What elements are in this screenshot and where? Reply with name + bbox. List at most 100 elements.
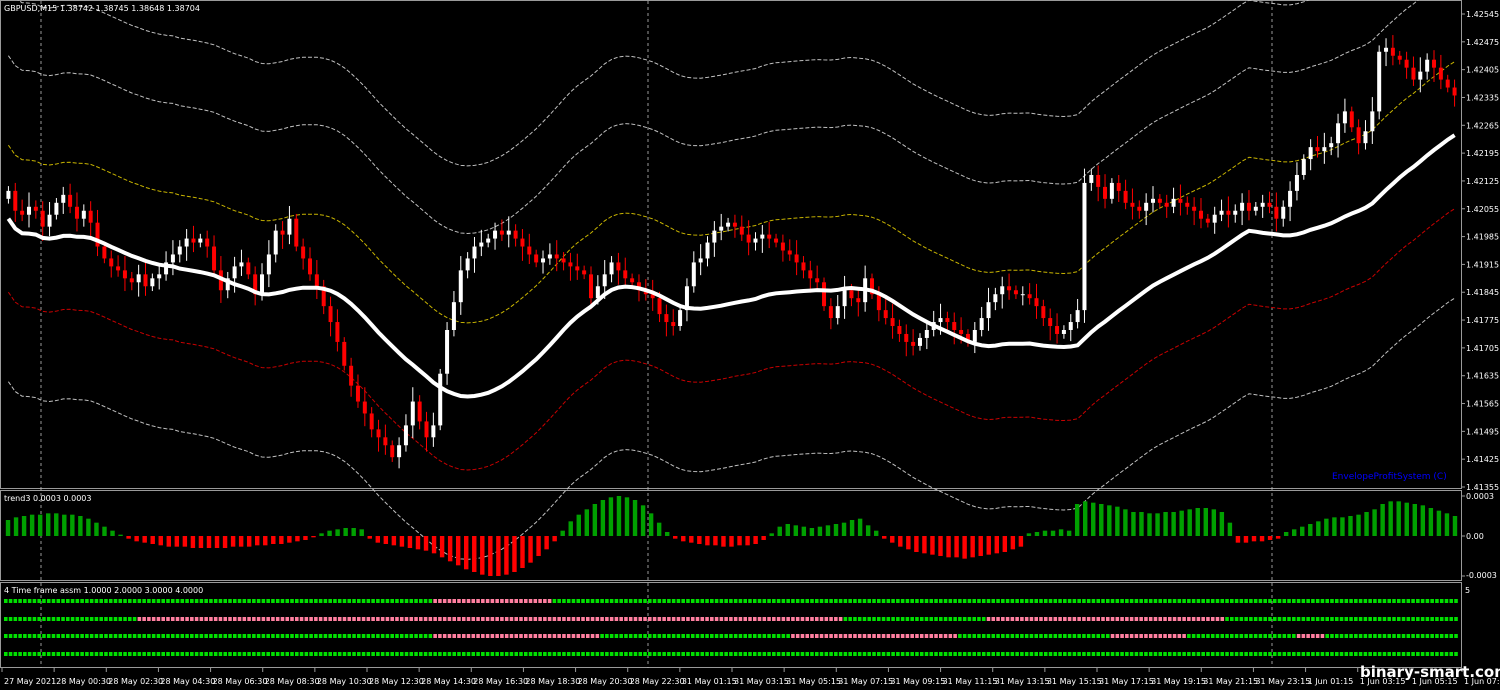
candle-body: [1246, 202, 1251, 211]
timeframe-dot: [395, 634, 399, 638]
timeframe-dot: [37, 634, 41, 638]
timeframe-dot: [385, 652, 390, 656]
timeframe-dot: [738, 634, 743, 638]
timeframe-dot: [166, 617, 170, 621]
timeframe-dot: [624, 634, 628, 638]
timeframe-dot: [1320, 617, 1325, 621]
timeframe-dot: [1358, 599, 1363, 603]
timeframe-dot: [237, 652, 242, 656]
timeframe-dot: [757, 634, 762, 638]
timeframe-dot: [1048, 599, 1053, 603]
timeframe-dot: [1249, 652, 1253, 656]
timeframe-dot: [738, 652, 743, 656]
time-tick-label: 31 May 01:15: [682, 677, 737, 686]
timeframe-dot: [1163, 599, 1167, 603]
timeframe-dot: [1082, 634, 1086, 638]
timeframe-dot: [819, 599, 824, 603]
candle-body: [1425, 59, 1430, 72]
timeframe-dot: [924, 617, 929, 621]
timeframe-dot: [414, 652, 418, 656]
timeframe-dot: [762, 617, 767, 621]
timeframe-dot: [490, 634, 495, 638]
timeframe-dot: [595, 652, 600, 656]
timeframe-dot: [853, 634, 857, 638]
timeframe-dot: [543, 617, 547, 621]
timeframe-dot: [1110, 617, 1115, 621]
timeframe-dot: [1268, 652, 1272, 656]
timeframe-dot: [1182, 617, 1186, 621]
timeframe-dot: [194, 617, 199, 621]
timeframe-dot: [218, 652, 223, 656]
timeframe-dot: [423, 599, 428, 603]
timeframe-dot: [1449, 634, 1454, 638]
timeframe-dot: [1306, 617, 1310, 621]
timeframe-dot: [896, 599, 900, 603]
timeframe-dot: [4, 599, 8, 603]
candle-body: [1452, 87, 1457, 96]
timeframe-dot: [557, 599, 561, 603]
timeframe-dot: [662, 634, 666, 638]
timeframe-dot: [137, 617, 142, 621]
timeframe-dot: [953, 599, 957, 603]
timeframe-dot: [1182, 652, 1186, 656]
candle-body: [1267, 202, 1272, 207]
timeframe-dot: [1105, 634, 1110, 638]
candle-body: [1240, 202, 1245, 211]
timeframe-dot: [872, 599, 876, 603]
timeframe-dot: [562, 652, 566, 656]
timeframe-dot: [414, 599, 418, 603]
timeframe-dot: [1120, 634, 1124, 638]
timeframe-dot: [1058, 652, 1062, 656]
timeframe-dot: [213, 599, 218, 603]
timeframe-dot: [538, 617, 542, 621]
timeframe-dot: [1020, 634, 1024, 638]
timeframe-dot: [1215, 652, 1220, 656]
timeframe-dot: [1096, 652, 1101, 656]
timeframe-dot: [934, 599, 938, 603]
timeframe-dot: [1358, 652, 1363, 656]
timeframe-dot: [762, 652, 767, 656]
timeframe-dot: [1001, 599, 1005, 603]
timeframe-dot: [414, 617, 418, 621]
candle-body: [671, 322, 676, 327]
timeframe-dot: [1387, 652, 1392, 656]
timeframe-dot: [1416, 652, 1420, 656]
timeframe-dot: [481, 634, 485, 638]
timeframe-dot: [948, 652, 953, 656]
timeframe-dot: [500, 634, 504, 638]
timeframe-dot: [1168, 652, 1172, 656]
timeframe-dot: [66, 652, 70, 656]
timeframe-dot: [1444, 652, 1449, 656]
candle-body: [1048, 318, 1053, 327]
candle-body: [493, 230, 498, 239]
timeframe-dot: [113, 652, 118, 656]
timeframe-dot: [123, 617, 127, 621]
timeframe-dot: [314, 652, 318, 656]
timeframe-dot: [1435, 617, 1439, 621]
timeframe-dot: [61, 599, 65, 603]
timeframe-dot: [1120, 652, 1124, 656]
candle-body: [239, 262, 244, 267]
candle-body: [390, 445, 395, 458]
timeframe-dot: [586, 599, 590, 603]
timeframe-dot: [986, 599, 991, 603]
timeframe-dot: [132, 599, 137, 603]
timeframe-dot: [385, 634, 390, 638]
timeframe-dot: [1158, 617, 1163, 621]
timeframe-dot: [123, 634, 127, 638]
timeframe-dot: [147, 599, 151, 603]
candle-body: [431, 425, 436, 438]
timeframe-dot: [461, 617, 466, 621]
timeframe-dot: [1411, 634, 1415, 638]
candle: [822, 277, 827, 311]
timeframe-dot: [1082, 599, 1086, 603]
timeframe-dot: [314, 617, 318, 621]
timeframe-dot: [295, 634, 299, 638]
timeframe-dot: [18, 599, 22, 603]
timeframe-indicator-title: 4 Time frame assm 1.0000 2.0000 3.0000 4…: [4, 586, 203, 595]
timeframe-dot: [309, 599, 313, 603]
timeframe-dot: [676, 634, 681, 638]
timeframe-dot: [1296, 617, 1301, 621]
timeframe-dot: [934, 617, 938, 621]
timeframe-dot: [423, 652, 428, 656]
